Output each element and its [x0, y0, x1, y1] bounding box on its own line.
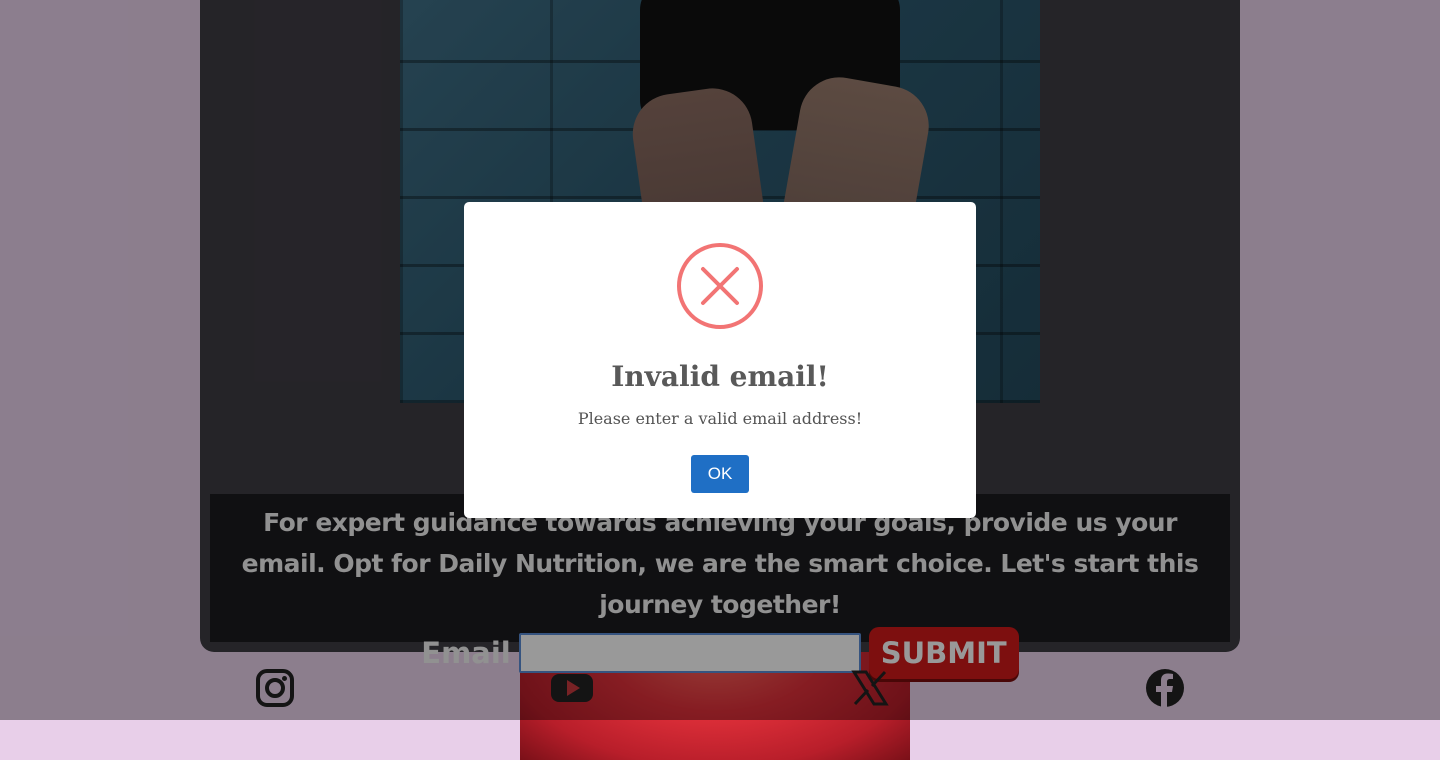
dialog-message: Please enter a valid email address!: [577, 409, 863, 428]
ok-button[interactable]: OK: [691, 455, 749, 493]
dialog-title: Invalid email!: [611, 360, 829, 393]
alert-dialog: Invalid email! Please enter a valid emai…: [464, 202, 976, 518]
error-x-icon: [676, 242, 764, 330]
